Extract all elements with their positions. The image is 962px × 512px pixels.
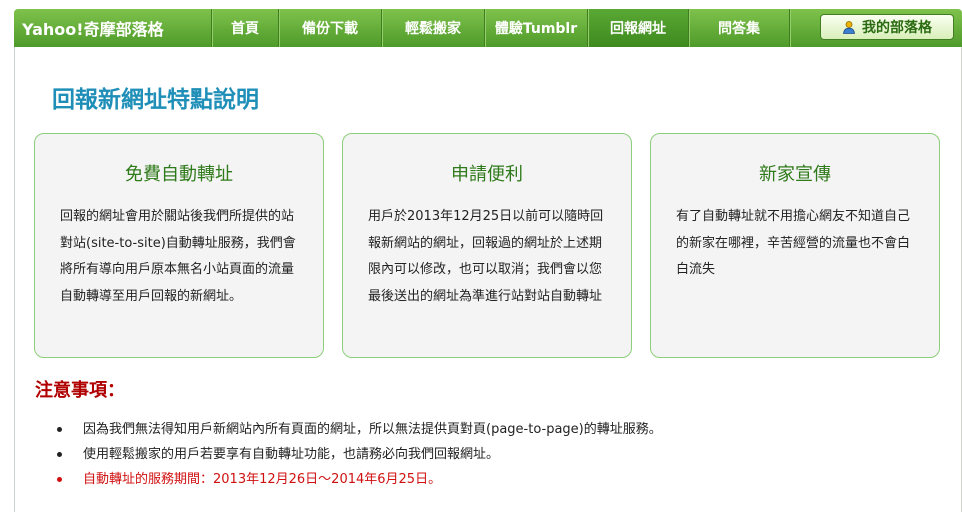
card-title: 免費自動轉址 [125,164,233,185]
card-body: 用戶於2013年12月25日以前可以隨時回報新網站的網址，回報過的網址於上述期限… [368,209,604,304]
list-item: 因為我們無法得知用戶新網站內所有頁面的網址，所以無法提供頁對頁(page-to-… [57,420,662,445]
tab-faq[interactable]: 問答集 [688,9,789,47]
list-item: 使用輕鬆搬家的用戶若要享有自動轉址功能，也請務必向我們回報網址。 [57,445,662,470]
tab-home[interactable]: 首頁 [211,9,278,47]
notice-text: 自動轉址的服務期間：2013年12月26日～2014年6月25日。 [83,472,442,487]
notice-text: 使用輕鬆搬家的用戶若要享有自動轉址功能，也請務必向我們回報網址。 [83,447,500,462]
list-item: 自動轉址的服務期間：2013年12月26日～2014年6月25日。 [57,470,662,495]
tab-try-tumblr[interactable]: 體驗Tumblr [484,9,587,47]
notice-title: 注意事項： [35,380,125,401]
brand-logo[interactable]: Yahoo!奇摩部落格 [14,9,211,47]
feature-card-easy-apply: 申請便利 用戶於2013年12月25日以前可以隨時回報新網站的網址，回報過的網址… [342,133,632,358]
card-title: 申請便利 [451,164,523,185]
my-blog-button[interactable]: 我的部落格 [820,14,954,40]
notice-text: 因為我們無法得知用戶新網站內所有頁面的網址，所以無法提供頁對頁(page-to-… [83,422,662,437]
notice-list: 因為我們無法得知用戶新網站內所有頁面的網址，所以無法提供頁對頁(page-to-… [57,420,662,495]
user-icon [842,20,856,34]
my-blog-label: 我的部落格 [862,20,932,36]
tab-easy-move[interactable]: 輕鬆搬家 [381,9,484,47]
card-body: 回報的網址會用於關站後我們所提供的站對站(site-to-site)自動轉址服務… [60,209,296,304]
feature-card-free-redirect: 免費自動轉址 回報的網址會用於關站後我們所提供的站對站(site-to-site… [34,133,324,358]
page-title: 回報新網址特點說明 [52,87,259,113]
tab-backup-download[interactable]: 備份下載 [278,9,381,47]
card-title: 新家宣傳 [759,164,831,185]
bullet-dot [57,452,62,457]
tab-report-url[interactable]: 回報網址 [587,9,688,47]
top-nav-bar: Yahoo!奇摩部落格 首頁 備份下載 輕鬆搬家 體驗Tumblr 回報網址 問… [14,9,962,47]
feature-card-new-home-promo: 新家宣傳 有了自動轉址就不用擔心網友不知道自己的新家在哪裡，辛苦經營的流量也不會… [650,133,940,358]
card-body: 有了自動轉址就不用擔心網友不知道自己的新家在哪裡，辛苦經營的流量也不會白白流失 [676,209,911,277]
bullet-dot [57,477,62,482]
bullet-dot [57,427,62,432]
